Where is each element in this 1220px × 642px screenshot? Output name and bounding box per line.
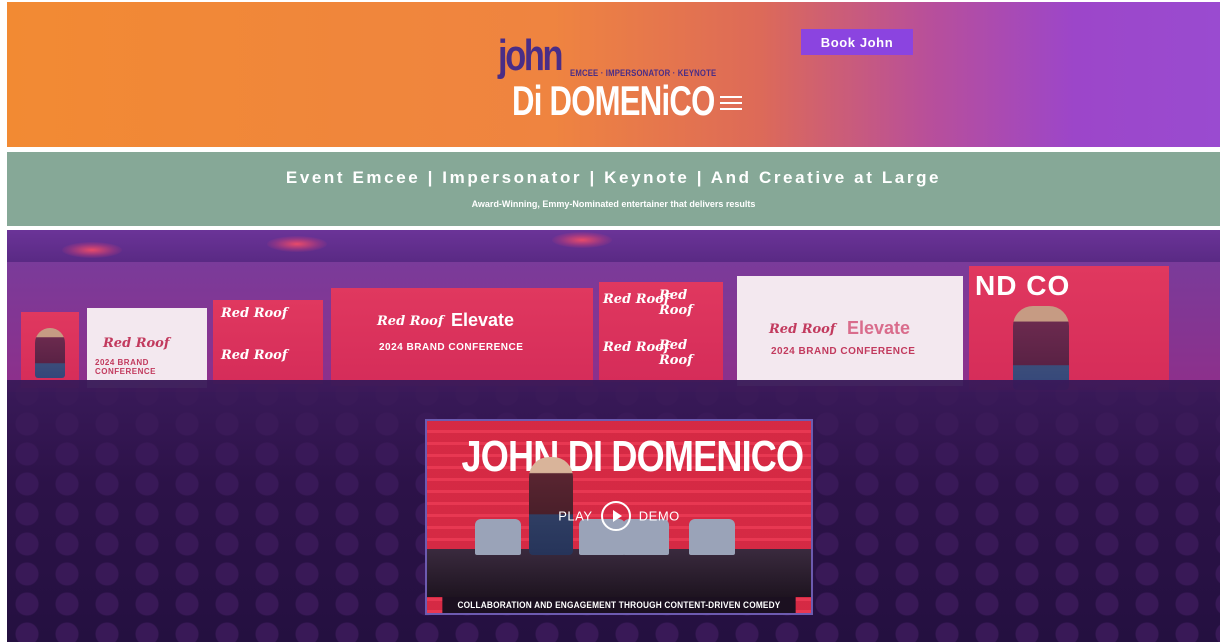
screen-brand: Red Roof [659, 288, 693, 318]
banner-title: Event Emcee | Impersonator | Keynote | A… [285, 168, 942, 187]
chandelier-light [62, 242, 122, 258]
stage-screen: ND CO [969, 266, 1169, 390]
video-caption: COLLABORATION AND ENGAGEMENT THROUGH CON… [442, 597, 796, 613]
stage-screen: Red Roof Red Roof [213, 300, 323, 384]
play-circle-icon[interactable] [600, 501, 631, 531]
demo-label: DEMO [638, 508, 680, 524]
screen-brand: Red Roof [769, 322, 836, 337]
stage-screen: Red Roof Red Roof Red Roof Red Roof [599, 282, 723, 382]
video-stage-floor [427, 549, 811, 597]
chandelier-light [267, 236, 327, 252]
chandelier-light [552, 232, 612, 248]
screen-event: Elevate [847, 318, 911, 338]
speaker-image [35, 328, 65, 378]
stage-screen: Red Roof Elevate 2024 BRAND CONFERENCE [737, 276, 963, 386]
play-demo-row[interactable]: PLAY DEMO [427, 501, 811, 531]
stage-main-screen: Red Roof Elevate 2024 BRAND CONFERENCE [331, 288, 593, 386]
screen-brand: Red Roof [221, 348, 288, 363]
stage-screen [21, 312, 79, 388]
hamburger-menu-icon[interactable] [720, 96, 742, 112]
screen-conference: 2024 BRAND CONFERENCE [95, 358, 157, 376]
screen-brand: Red Roof [377, 314, 444, 329]
speaker-image [1013, 306, 1069, 390]
page-frame: john EMCEE · IMPERSONATOR · KEYNOTE Di D… [7, 2, 1220, 642]
video-title: JOHN DI DOMENICO [461, 432, 805, 481]
screen-event: Elevate [451, 310, 515, 330]
hero-section: Red Roof 2024 BRAND CONFERENCE Red Roof … [7, 230, 1220, 642]
demo-video-thumbnail[interactable]: JOHN DI DOMENICO PLAY DEMO COLLABORATION… [425, 419, 813, 615]
tagline-banner: Event Emcee | Impersonator | Keynote | A… [7, 152, 1220, 226]
screen-conference: 2024 BRAND CONFERENCE [771, 346, 916, 357]
stage-screen: Red Roof 2024 BRAND CONFERENCE [87, 308, 207, 388]
screen-partial-text: ND CO [975, 270, 1071, 301]
screen-brand: Red Roof [221, 306, 288, 321]
book-john-button[interactable]: Book John [801, 29, 913, 55]
logo-last-name: Di DOMENiCO [512, 77, 715, 124]
site-header: john EMCEE · IMPERSONATOR · KEYNOTE Di D… [7, 2, 1220, 147]
screen-brand: Red Roof [659, 338, 693, 368]
site-logo[interactable]: john EMCEE · IMPERSONATOR · KEYNOTE Di D… [498, 34, 758, 126]
screen-brand: Red Roof [103, 336, 170, 351]
logo-first-name: john [498, 31, 563, 80]
screen-conference: 2024 BRAND CONFERENCE [379, 342, 524, 353]
play-label: PLAY [558, 508, 593, 524]
banner-subtitle: Award-Winning, Emmy-Nominated entertaine… [471, 199, 756, 209]
